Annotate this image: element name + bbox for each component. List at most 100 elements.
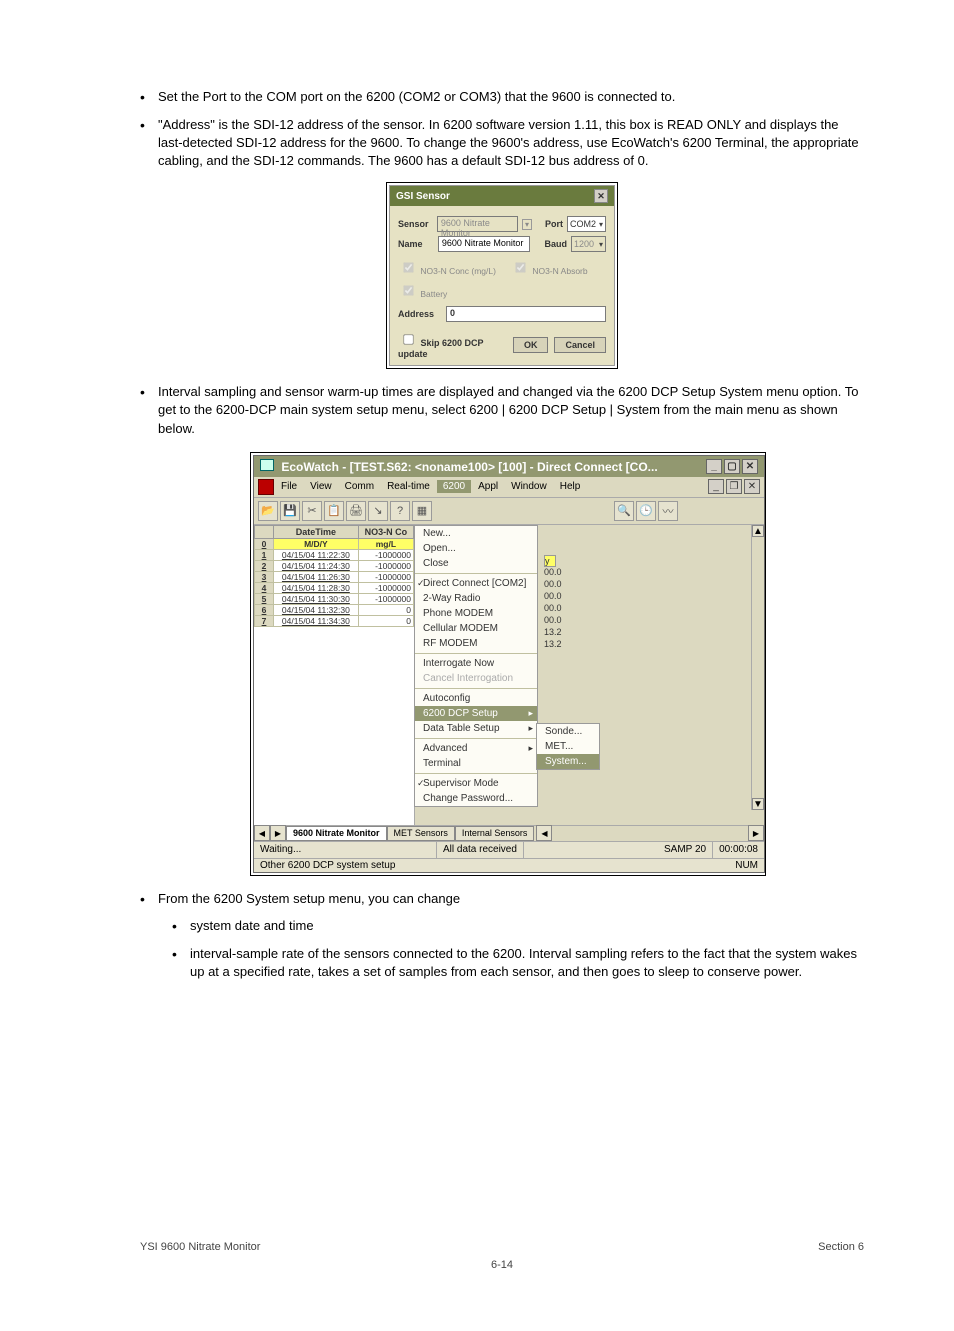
menu-item-advanced[interactable]: Advanced xyxy=(415,741,537,756)
clock-icon[interactable]: 🕒 xyxy=(636,501,656,521)
menu-item-6200-dcp-setup[interactable]: 6200 DCP Setup xyxy=(415,706,537,721)
cut-icon[interactable]: ✂ xyxy=(302,501,322,521)
tab-9600-nitrate[interactable]: 9600 Nitrate Monitor xyxy=(286,826,387,841)
copy-icon[interactable]: 📋 xyxy=(324,501,344,521)
status-bar-text: Other 6200 DCP system setup xyxy=(260,860,395,871)
zoom-icon[interactable]: 🔍 xyxy=(614,501,634,521)
window-title: EcoWatch - [TEST.S62: <noname100> [100] … xyxy=(281,460,657,474)
chart-icon[interactable]: 〰 xyxy=(658,501,678,521)
mdi-minimize-icon[interactable]: _ xyxy=(708,479,724,494)
close-icon[interactable]: ✕ xyxy=(742,459,758,474)
scroll-down-icon[interactable]: ▼ xyxy=(752,798,764,810)
sensor-label: Sensor xyxy=(398,219,433,229)
menu-item-phone-modem[interactable]: Phone MODEM xyxy=(415,606,537,621)
no3n-absorb-checkbox[interactable]: NO3-N Absorb xyxy=(510,258,588,277)
address-label: Address xyxy=(398,309,440,319)
address-field[interactable]: 0 xyxy=(446,306,606,322)
status-time: 00:00:08 xyxy=(713,842,764,858)
chevron-down-icon[interactable]: ▾ xyxy=(522,219,532,230)
help-icon[interactable]: ? xyxy=(390,501,410,521)
dcp-setup-submenu: Sonde... MET... System... xyxy=(536,723,600,770)
menu-item-new[interactable]: New... xyxy=(415,526,537,541)
footer-doc-title: YSI 9600 Nitrate Monitor xyxy=(140,1241,260,1253)
scroll-up-icon[interactable]: ▲ xyxy=(752,525,764,537)
grid-icon[interactable]: ▦ xyxy=(412,501,432,521)
no3n-conc-checkbox[interactable]: NO3-N Conc (mg/L) xyxy=(398,258,496,277)
bullet-icon: • xyxy=(172,945,190,981)
maximize-icon[interactable]: ▢ xyxy=(724,459,740,474)
submenu-met[interactable]: MET... xyxy=(537,739,599,754)
mdi-restore-icon[interactable]: ❐ xyxy=(726,479,742,494)
status-samp: SAMP 20 xyxy=(658,842,713,858)
col-no3n: NO3-N Co xyxy=(358,525,413,538)
menu-item-autoconfig[interactable]: Autoconfig xyxy=(415,691,537,706)
port-select[interactable]: COM2▾ xyxy=(567,216,606,232)
vertical-scrollbar[interactable]: ▲ ▼ xyxy=(751,525,764,810)
tab-scroll-left-icon[interactable]: ◀ xyxy=(536,825,552,841)
bullet-icon: • xyxy=(140,88,158,108)
tab-met-sensors[interactable]: MET Sensors xyxy=(387,826,455,841)
menu-item-rf-modem[interactable]: RF MODEM xyxy=(415,636,537,651)
body-text: system date and time xyxy=(190,917,864,937)
menu-item-2way-radio[interactable]: 2-Way Radio xyxy=(415,591,537,606)
mdy-header: M/D/Y xyxy=(274,538,359,549)
tab-scroll-right-icon[interactable]: ▶ xyxy=(748,825,764,841)
menu-6200[interactable]: 6200 xyxy=(437,480,471,493)
save-icon[interactable]: 💾 xyxy=(280,501,300,521)
minimize-icon[interactable]: _ xyxy=(706,459,722,474)
tab-prev-icon[interactable]: ◀ xyxy=(254,825,270,841)
close-icon[interactable]: ✕ xyxy=(594,189,608,203)
baud-label: Baud xyxy=(544,239,567,249)
row-index: 0 xyxy=(255,538,274,549)
tab-internal-sensors[interactable]: Internal Sensors xyxy=(455,826,535,841)
submenu-system[interactable]: System... xyxy=(537,754,599,769)
mgl-header: mg/L xyxy=(358,538,413,549)
status-all-received: All data received xyxy=(437,842,524,858)
body-text: interval-sample rate of the sensors conn… xyxy=(190,945,864,981)
data-table: DateTime NO3-N Co 0 M/D/Y mg/L 104/15/04… xyxy=(254,525,415,825)
menu-item-cancel-interrogation: Cancel Interrogation xyxy=(415,671,537,686)
name-label: Name xyxy=(398,239,434,249)
ok-button[interactable]: OK xyxy=(513,337,549,353)
tab-next-icon[interactable]: ▶ xyxy=(270,825,286,841)
menu-appl[interactable]: Appl xyxy=(472,480,504,493)
app-icon xyxy=(260,459,274,471)
menu-item-supervisor-mode[interactable]: Supervisor Mode xyxy=(415,776,537,791)
menu-item-direct-connect[interactable]: Direct Connect [COM2] xyxy=(415,576,537,591)
battery-checkbox[interactable]: Battery xyxy=(398,281,447,300)
submenu-sonde[interactable]: Sonde... xyxy=(537,724,599,739)
menu-6200-dropdown: New... Open... Close Direct Connect [COM… xyxy=(414,525,538,807)
gsi-sensor-dialog: GSI Sensor ✕ Sensor 9600 Nitrate Monitor… xyxy=(389,185,615,366)
menu-item-cellular-modem[interactable]: Cellular MODEM xyxy=(415,621,537,636)
bullet-icon: • xyxy=(140,116,158,171)
menu-item-interrogate-now[interactable]: Interrogate Now xyxy=(415,656,537,671)
doc-icon xyxy=(258,479,274,495)
open-icon[interactable]: 📂 xyxy=(258,501,278,521)
menu-realtime[interactable]: Real-time xyxy=(381,480,436,493)
menu-item-terminal[interactable]: Terminal xyxy=(415,756,537,771)
extra-column: y 00.0 00.0 00.0 00.0 00.0 13.2 13.2 xyxy=(544,555,562,651)
status-num: NUM xyxy=(735,860,758,871)
col-datetime: DateTime xyxy=(274,525,359,538)
menu-item-data-table-setup[interactable]: Data Table Setup xyxy=(415,721,537,736)
body-text: Set the Port to the COM port on the 6200… xyxy=(158,88,864,108)
mdi-close-icon[interactable]: ✕ xyxy=(744,479,760,494)
sensor-select[interactable]: 9600 Nitrate Monitor xyxy=(437,216,518,232)
skip-dcp-checkbox[interactable]: Skip 6200 DCP update xyxy=(398,330,513,359)
baud-select[interactable]: 1200▾ xyxy=(571,236,606,252)
name-field[interactable]: 9600 Nitrate Monitor xyxy=(438,236,530,252)
ecowatch-window: EcoWatch - [TEST.S62: <noname100> [100] … xyxy=(253,455,765,873)
menu-item-change-password[interactable]: Change Password... xyxy=(415,791,537,806)
menu-view[interactable]: View xyxy=(304,480,338,493)
menu-help[interactable]: Help xyxy=(554,480,587,493)
print-icon[interactable]: 🖨 xyxy=(346,501,366,521)
menu-item-open[interactable]: Open... xyxy=(415,541,537,556)
port-label: Port xyxy=(545,219,563,229)
status-waiting: Waiting... xyxy=(254,842,437,858)
menu-comm[interactable]: Comm xyxy=(339,480,380,493)
cancel-button[interactable]: Cancel xyxy=(554,337,606,353)
arrow-icon[interactable]: ↘ xyxy=(368,501,388,521)
menu-file[interactable]: File xyxy=(275,480,303,493)
menu-item-close[interactable]: Close xyxy=(415,556,537,571)
menu-window[interactable]: Window xyxy=(505,480,553,493)
